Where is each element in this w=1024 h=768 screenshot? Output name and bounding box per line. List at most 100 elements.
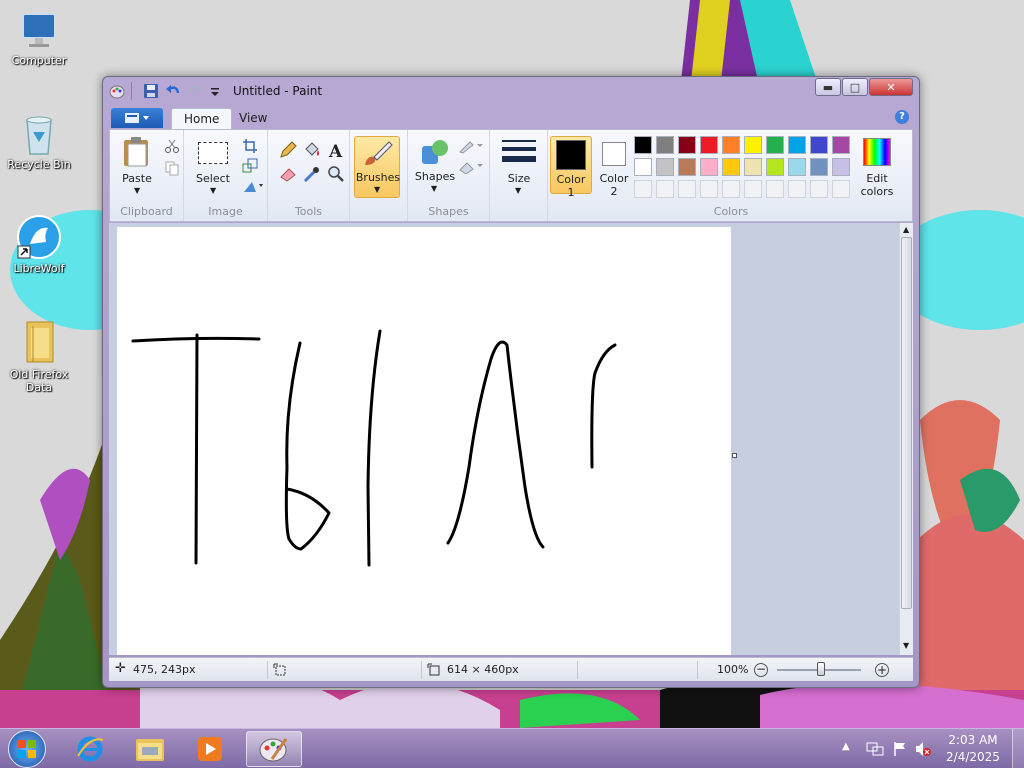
palette-swatch[interactable] [656,136,674,154]
color-2-button[interactable]: Color 2 [594,136,634,198]
edit-colors-button[interactable]: Edit colors [854,136,900,198]
zoom-in-button[interactable]: + [875,663,889,677]
pencil-icon[interactable] [278,140,298,160]
scroll-up-icon[interactable]: ▲ [903,225,909,234]
save-icon[interactable] [143,83,159,99]
minimize-button[interactable]: ▬ [815,78,841,96]
magnifier-icon[interactable] [326,164,346,184]
size-icon [502,140,536,162]
size-button[interactable]: Size ▼ [496,136,542,198]
cursor-position-icon: ✛ [115,661,126,676]
resize-icon[interactable] [242,158,258,174]
scrollbar-thumb[interactable] [901,237,912,609]
paint-menu-button[interactable] [111,108,163,128]
tab-home[interactable]: Home [171,108,233,129]
cut-icon[interactable] [164,138,180,154]
palette-swatch[interactable] [700,158,718,176]
taskbar-file-explorer[interactable] [122,731,178,767]
palette-swatch[interactable] [744,136,762,154]
network-icon[interactable] [866,741,884,757]
taskbar-media-player[interactable] [182,731,238,767]
taskbar-paint[interactable] [246,731,302,767]
maximize-icon: □ [849,80,861,94]
canvas-size-icon [427,663,440,676]
clipboard-group-label: Clipboard [120,205,173,218]
palette-swatch[interactable] [788,136,806,154]
palette-swatch[interactable] [678,158,696,176]
palette-swatch[interactable] [832,158,850,176]
palette-swatch[interactable] [722,180,740,198]
show-desktop-button[interactable] [1012,729,1024,768]
palette-swatch[interactable] [656,158,674,176]
text-icon[interactable]: A [326,140,346,160]
action-center-icon[interactable] [892,741,908,757]
show-hidden-icons[interactable]: ▲ [842,741,850,752]
status-separator [421,661,422,679]
undo-icon[interactable] [165,83,181,99]
palette-swatch[interactable] [656,180,674,198]
rotate-icon[interactable] [242,178,264,194]
internet-explorer-icon [77,736,104,762]
paint-app-icon[interactable] [109,83,125,99]
fill-shape-icon[interactable] [458,158,484,174]
color-1-button[interactable]: Color 1 [550,136,592,199]
volume-muted-icon[interactable] [914,741,932,757]
clock-date[interactable]: 2/4/2025 [940,750,1006,764]
shapes-label: Shapes [414,170,456,183]
media-player-icon [198,737,222,761]
palette-swatch[interactable] [678,136,696,154]
palette-swatch[interactable] [766,136,784,154]
desktop-icon-recycle-bin[interactable]: Recycle Bin [0,112,78,171]
palette-swatch[interactable] [722,158,740,176]
crop-icon[interactable] [242,138,258,154]
palette-swatch[interactable] [766,158,784,176]
fill-icon[interactable] [302,140,322,160]
palette-swatch[interactable] [700,180,718,198]
outline-icon[interactable] [458,138,484,154]
copy-icon[interactable] [164,160,180,176]
zoom-slider-thumb[interactable] [817,662,825,676]
palette-swatch[interactable] [766,180,784,198]
vertical-scrollbar[interactable]: ▲ ▼ [899,223,913,655]
palette-swatch[interactable] [678,180,696,198]
tab-view[interactable]: View [227,108,279,129]
title-bar[interactable]: Untitled - Paint ▬ □ ✕ [103,77,919,105]
palette-swatch[interactable] [634,136,652,154]
color-2-swatch [602,142,626,166]
help-icon[interactable]: ? [895,110,909,124]
palette-swatch[interactable] [722,136,740,154]
taskbar-internet-explorer[interactable] [62,731,118,767]
redo-icon[interactable] [187,83,203,99]
desktop-icon-old-firefox-data[interactable]: Old Firefox Data [0,318,78,394]
palette-swatch[interactable] [744,180,762,198]
start-button[interactable] [8,730,46,768]
palette-swatch[interactable] [700,136,718,154]
shapes-button[interactable]: Shapes ▼ [412,136,458,198]
color-picker-icon[interactable] [302,164,322,184]
eraser-icon[interactable] [278,164,298,184]
palette-swatch[interactable] [832,136,850,154]
desktop-icon-computer[interactable]: Computer [0,10,78,67]
palette-swatch[interactable] [788,180,806,198]
palette-swatch[interactable] [744,158,762,176]
select-button[interactable]: Select ▼ [190,136,236,198]
maximize-button[interactable]: □ [842,78,868,96]
palette-swatch[interactable] [634,180,652,198]
canvas-resize-handle-right[interactable] [732,453,737,458]
scroll-down-icon[interactable]: ▼ [903,641,909,650]
brushes-button[interactable]: Brushes ▼ [354,136,400,198]
palette-swatch[interactable] [634,158,652,176]
palette-swatch[interactable] [788,158,806,176]
desktop-icon-librewolf[interactable]: LibreWolf [0,214,78,275]
clock-time[interactable]: 2:03 AM [940,733,1006,747]
palette-swatch[interactable] [832,180,850,198]
paste-button[interactable]: Paste ▼ [116,136,158,198]
minimize-icon: ▬ [822,80,834,94]
palette-swatch[interactable] [810,180,828,198]
zoom-out-button[interactable]: − [754,663,768,677]
close-button[interactable]: ✕ [869,78,913,96]
drawing-canvas[interactable] [117,227,731,655]
palette-swatch[interactable] [810,136,828,154]
customize-quick-access-icon[interactable] [207,83,223,99]
palette-swatch[interactable] [810,158,828,176]
